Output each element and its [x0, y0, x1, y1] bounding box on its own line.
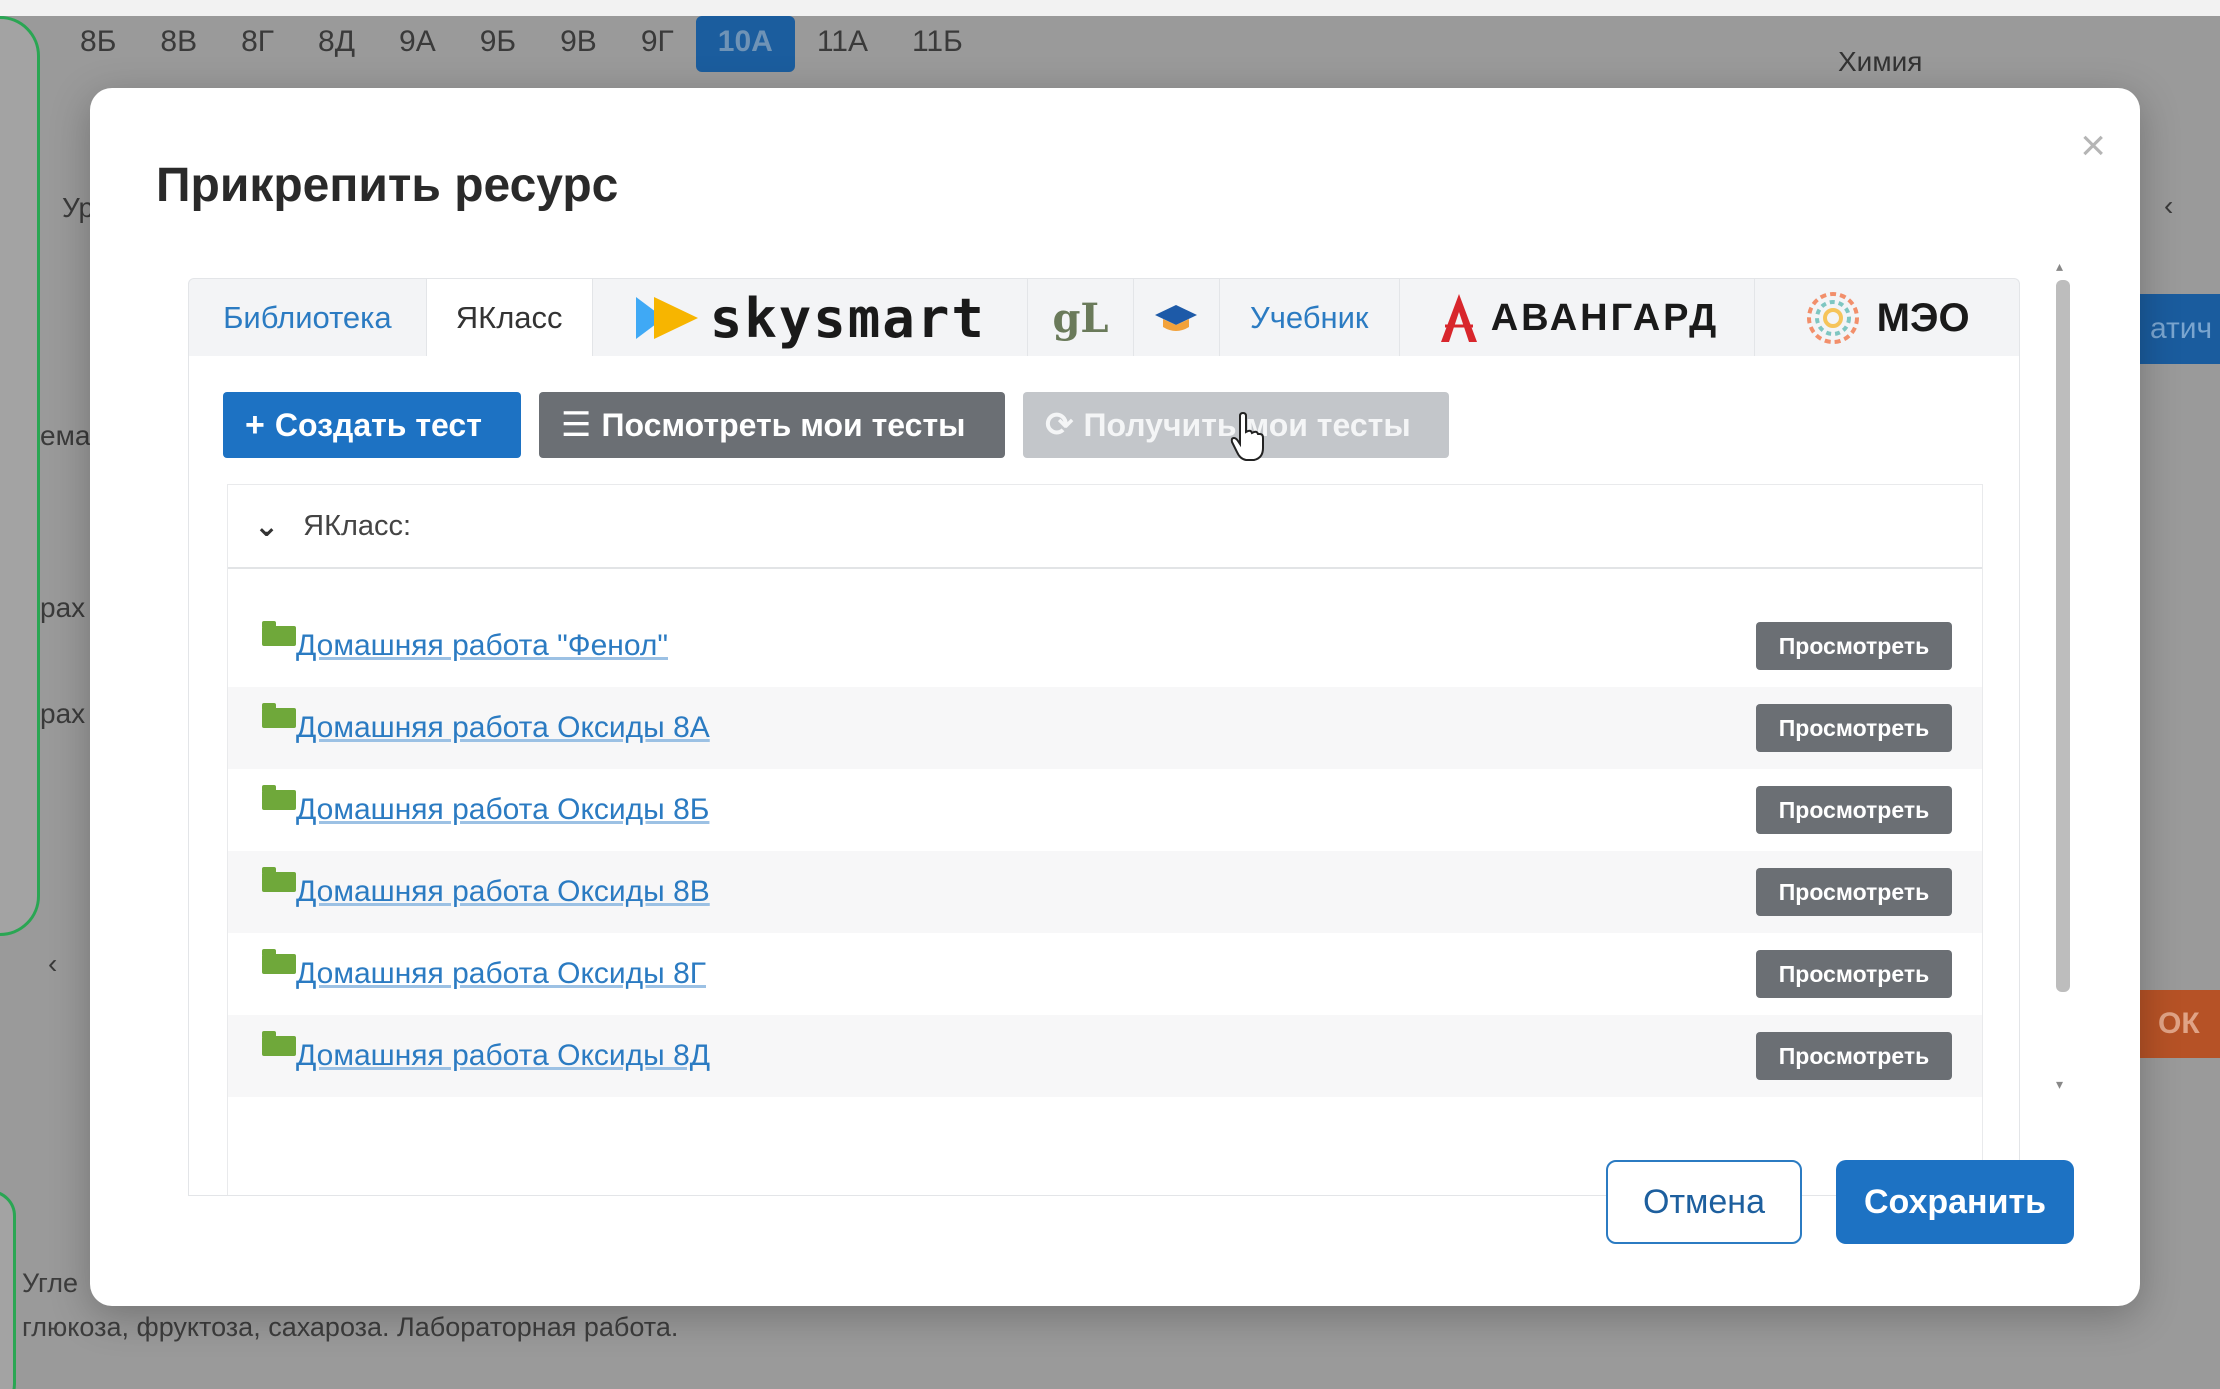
create-test-label: Создать тест — [274, 406, 482, 443]
create-test-button[interactable]: + Создать тест — [223, 392, 521, 458]
folder-icon — [262, 785, 296, 810]
tab-textbook[interactable]: Учебник — [1220, 279, 1400, 357]
chevron-down-icon: ⌄ — [254, 509, 280, 543]
bg-text-fragment: Угле — [22, 1268, 78, 1298]
bg-text-fragment: ема — [40, 420, 91, 451]
view-button[interactable]: Просмотреть — [1756, 868, 1952, 916]
class-tab[interactable]: 8Д — [296, 16, 377, 72]
class-tab-active[interactable]: 10А — [695, 16, 795, 72]
list-item: Домашняя работа Оксиды 8А Просмотреть — [228, 687, 1982, 769]
tab-library[interactable]: Библиотека — [189, 279, 427, 357]
chevron-left-icon[interactable]: ‹ — [2164, 190, 2173, 222]
tab-meo[interactable]: МЭО — [1755, 279, 2019, 357]
folder-icon — [262, 949, 296, 974]
left-panel — [0, 16, 40, 936]
bg-right-button[interactable]: атич — [2140, 294, 2220, 364]
tab-skysmart[interactable]: skysmart — [593, 279, 1029, 357]
attach-resource-modal: × Прикрепить ресурс Библиотека ЯКласс sk… — [90, 88, 2140, 1306]
bg-text-fragment: рах — [40, 592, 86, 623]
subject-label: Химия — [1838, 46, 1923, 77]
view-button[interactable]: Просмотреть — [1756, 622, 1952, 670]
bg-lesson-text: глюкоза, фруктоза, сахароза. Лабораторна… — [22, 1312, 679, 1342]
list-item: Домашняя работа Оксиды 8Г Просмотреть — [228, 933, 1982, 1015]
folder-icon — [262, 867, 296, 892]
class-tab[interactable]: 11Б — [890, 16, 985, 72]
modal-title: Прикрепить ресурс — [156, 159, 619, 212]
scrollbar-thumb[interactable] — [2056, 280, 2070, 992]
save-button[interactable]: Сохранить — [1836, 1160, 2074, 1244]
view-my-tests-button[interactable]: ☰ Посмотреть мои тесты — [539, 392, 1005, 458]
chevron-left-icon[interactable]: ‹ — [48, 948, 57, 980]
class-tab[interactable]: 8Б — [58, 16, 138, 72]
skysmart-logo-text: skysmart — [709, 286, 986, 350]
scroll-up-icon[interactable]: ▴ — [2056, 258, 2063, 275]
class-tab[interactable]: 9А — [377, 16, 458, 72]
view-button[interactable]: Просмотреть — [1756, 950, 1952, 998]
ok-button[interactable]: ОК — [2140, 990, 2220, 1058]
view-button[interactable]: Просмотреть — [1756, 786, 1952, 834]
tab-avangard[interactable]: АВАНГАРД — [1400, 279, 1756, 357]
test-link[interactable]: Домашняя работа "Фенол" — [296, 629, 1756, 663]
modal-footer: Отмена Сохранить — [1606, 1160, 2074, 1244]
test-link[interactable]: Домашняя работа Оксиды 8Г — [296, 957, 1756, 991]
accordion-title: ЯКласс: — [303, 509, 412, 542]
test-link[interactable]: Домашняя работа Оксиды 8Д — [296, 1039, 1756, 1073]
refresh-icon: ⟳ — [1045, 406, 1074, 444]
tab-graduation[interactable] — [1134, 279, 1220, 357]
list-icon: ☰ — [561, 406, 592, 444]
test-list: Домашняя работа "Фенол" Просмотреть Дома… — [228, 569, 1982, 1097]
folder-icon — [262, 1031, 296, 1056]
class-tab[interactable]: 9В — [538, 16, 619, 72]
tab-panel-yaklass: + Создать тест ☰ Посмотреть мои тесты ⟳ … — [188, 356, 2020, 1196]
test-link[interactable]: Домашняя работа Оксиды 8А — [296, 711, 1756, 745]
accordion-header[interactable]: ⌄ ЯКласс: — [228, 485, 1982, 569]
close-icon[interactable]: × — [2080, 124, 2106, 168]
meo-logo-icon — [1806, 292, 1859, 344]
folder-icon — [262, 703, 296, 728]
list-item: Домашняя работа "Фенол" Просмотреть — [228, 605, 1982, 687]
class-tab[interactable]: 8Г — [219, 16, 296, 72]
gl-logo: gL — [1052, 294, 1109, 342]
tab-yaklass[interactable]: ЯКласс — [426, 279, 593, 357]
yaklass-accordion: ⌄ ЯКласс: Домашняя работа "Фенол" Просмо… — [227, 484, 1983, 1195]
test-link[interactable]: Домашняя работа Оксиды 8В — [296, 875, 1756, 909]
class-tab[interactable]: 9Б — [458, 16, 538, 72]
graduation-cap-icon — [1155, 305, 1198, 331]
class-tab[interactable]: 9Г — [619, 16, 696, 72]
list-item: Домашняя работа Оксиды 8В Просмотреть — [228, 851, 1982, 933]
cancel-button[interactable]: Отмена — [1606, 1160, 1802, 1244]
skysmart-logo-icon — [635, 297, 698, 339]
view-button[interactable]: Просмотреть — [1756, 704, 1952, 752]
list-item: Домашняя работа Оксиды 8Б Просмотреть — [228, 769, 1982, 851]
resource-tabs: Библиотека ЯКласс skysmart gL Учебник АВ… — [188, 278, 2020, 1196]
tab-bar: Библиотека ЯКласс skysmart gL Учебник АВ… — [188, 278, 2020, 357]
view-button[interactable]: Просмотреть — [1756, 1032, 1952, 1080]
hand-cursor-icon — [1230, 412, 1264, 461]
scroll-down-icon[interactable]: ▾ — [2056, 1076, 2063, 1093]
avangard-logo-text: АВАНГАРД — [1490, 296, 1720, 339]
avangard-logo-icon — [1440, 294, 1477, 342]
tab-gl[interactable]: gL — [1028, 279, 1134, 357]
scrollbar[interactable]: ▴ ▾ — [2050, 258, 2074, 1106]
list-item: Домашняя работа Оксиды 8Д Просмотреть — [228, 1015, 1982, 1097]
class-tab[interactable]: 11А — [795, 16, 890, 72]
view-my-tests-label: Посмотреть мои тесты — [601, 406, 966, 443]
left-panel-lower — [0, 1190, 16, 1389]
test-link[interactable]: Домашняя работа Оксиды 8Б — [296, 793, 1756, 827]
folder-icon — [262, 621, 296, 646]
plus-icon: + — [245, 405, 265, 444]
class-selector: А 8Б 8В 8Г 8Д 9А 9Б 9В 9Г 10А 11А 11Б — [0, 16, 985, 72]
top-bar — [0, 0, 2220, 16]
bg-text-fragment: рах — [40, 698, 86, 729]
class-tab[interactable]: 8В — [138, 16, 219, 72]
meo-logo-text: МЭО — [1876, 295, 1970, 340]
